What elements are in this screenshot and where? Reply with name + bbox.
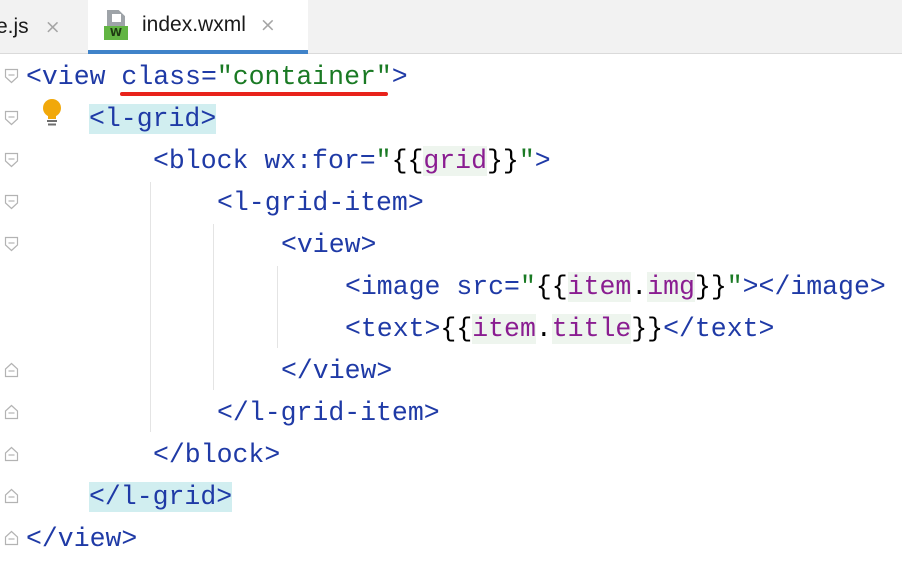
tab-label: index.wxml bbox=[142, 13, 246, 36]
code-line-1[interactable]: <view class="container"> bbox=[26, 56, 408, 98]
code-line-12[interactable]: </view> bbox=[26, 518, 137, 560]
wxml-file-icon: W bbox=[104, 10, 130, 40]
code-line-5[interactable]: <view> bbox=[281, 224, 376, 266]
code-line-4[interactable]: <l-grid-item> bbox=[217, 182, 424, 224]
editor-gutter bbox=[0, 55, 24, 586]
fold-marker-icon[interactable] bbox=[4, 236, 19, 252]
close-icon[interactable]: × bbox=[260, 14, 276, 36]
fold-marker-icon[interactable] bbox=[4, 362, 19, 378]
fold-marker-icon[interactable] bbox=[4, 404, 19, 420]
tab-index-wxml[interactable]: W index.wxml × bbox=[88, 0, 308, 54]
close-icon[interactable]: × bbox=[45, 16, 61, 38]
fold-marker-icon[interactable] bbox=[4, 446, 19, 462]
fold-marker-icon[interactable] bbox=[4, 194, 19, 210]
code-line-3[interactable]: <block wx:for="{{grid}}"> bbox=[153, 140, 551, 182]
code-line-8[interactable]: </view> bbox=[281, 350, 392, 392]
indent-guide bbox=[277, 266, 278, 348]
code-line-6[interactable]: <image src="{{item.img}}"></image> bbox=[345, 266, 886, 308]
file-type-badge: W bbox=[104, 26, 128, 40]
fold-marker-icon[interactable] bbox=[4, 68, 19, 84]
indent-guide bbox=[150, 182, 151, 432]
ide-editor-window: e.js × W index.wxml × <view class="conta… bbox=[0, 0, 902, 586]
fold-marker-icon[interactable] bbox=[4, 488, 19, 504]
indent-guide bbox=[213, 224, 214, 390]
fold-marker-icon[interactable] bbox=[4, 530, 19, 546]
code-line-7[interactable]: <text>{{item.title}}</text> bbox=[345, 308, 774, 350]
tab-previous-file[interactable]: e.js × bbox=[0, 0, 84, 54]
fold-marker-icon[interactable] bbox=[4, 152, 19, 168]
code-line-10[interactable]: </block> bbox=[153, 434, 280, 476]
code-line-11[interactable]: </l-grid> bbox=[89, 476, 233, 518]
editor-tab-bar: e.js × W index.wxml × bbox=[0, 0, 902, 54]
lightbulb-icon[interactable] bbox=[40, 98, 64, 128]
code-line-9[interactable]: </l-grid-item> bbox=[217, 392, 440, 434]
code-line-2[interactable]: <l-grid> bbox=[89, 98, 217, 140]
fold-marker-icon[interactable] bbox=[4, 110, 19, 126]
tab-label: e.js bbox=[0, 15, 29, 38]
